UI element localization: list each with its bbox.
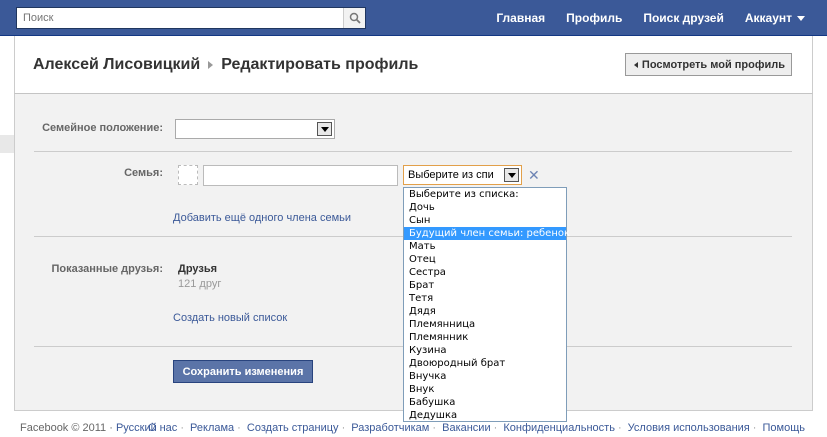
family-name-input[interactable] xyxy=(203,165,398,186)
family-relation-options[interactable]: Выберите из списка: Дочь Сын Будущий чле… xyxy=(403,187,570,422)
dropdown-arrow-icon[interactable] xyxy=(317,122,332,136)
relationship-label: Семейное положение: xyxy=(42,122,163,134)
dropdown-option[interactable]: Дедушка xyxy=(404,409,566,422)
dropdown-option[interactable]: Брат xyxy=(404,279,566,292)
dropdown-option[interactable]: Сын xyxy=(404,214,566,227)
create-list-link[interactable]: Создать новый список xyxy=(173,312,287,324)
arrow-left-icon xyxy=(633,61,638,68)
relationship-select[interactable] xyxy=(175,119,335,139)
top-nav: Главная Профиль Поиск друзей Аккаунт xyxy=(475,0,805,36)
dropdown-option[interactable]: Мать xyxy=(404,240,566,253)
nav-profile-link[interactable]: Профиль xyxy=(566,11,622,25)
view-profile-label: Посмотреть мой профиль xyxy=(641,58,785,71)
save-changes-label: Сохранить изменения xyxy=(182,365,304,378)
dropdown-option[interactable]: Племянница xyxy=(404,318,566,331)
family-relation-select[interactable]: Выберите из спи xyxy=(403,165,522,185)
dropdown-option[interactable]: Внучка xyxy=(404,370,566,383)
close-icon[interactable]: ✕ xyxy=(528,168,540,182)
dropdown-option[interactable]: Выберите из списка: xyxy=(404,188,566,201)
footer-copyright: Facebook © 2011 · Русский xyxy=(20,422,157,434)
page-header: Алексей Лисовицкий Редактировать профиль … xyxy=(14,36,813,94)
footer-link-advertising[interactable]: Реклама xyxy=(190,422,234,434)
footer-link-privacy[interactable]: Конфиденциальность xyxy=(503,422,615,434)
footer-link-help[interactable]: Помощь xyxy=(763,422,806,434)
divider xyxy=(34,151,792,152)
dropdown-arrow-icon[interactable] xyxy=(504,168,519,182)
nav-home-link[interactable]: Главная xyxy=(496,11,545,25)
dropdown-option[interactable]: Сестра xyxy=(404,266,566,279)
dropdown-option[interactable]: Дядя xyxy=(404,305,566,318)
dropdown-option[interactable]: Внук xyxy=(404,383,566,396)
dropdown-option[interactable]: Двоюродный брат xyxy=(404,357,566,370)
left-edge-strip xyxy=(0,135,14,153)
profile-name[interactable]: Алексей Лисовицкий xyxy=(33,56,200,73)
page-title: Алексей Лисовицкий Редактировать профиль xyxy=(33,56,418,74)
dropdown-option[interactable]: Тетя xyxy=(404,292,566,305)
footer-links: О нас · Реклама · Создать страницу · Разраб… xyxy=(148,422,805,434)
search-input[interactable] xyxy=(17,8,337,28)
search-icon[interactable] xyxy=(343,8,365,28)
dropdown-option[interactable]: Племянник xyxy=(404,331,566,344)
footer-link-about[interactable]: О нас xyxy=(148,422,177,434)
family-label: Семья: xyxy=(124,167,163,179)
dropdown-option[interactable]: Будущий член семьи: ребенок xyxy=(404,227,570,240)
search-box[interactable] xyxy=(16,7,366,29)
view-profile-button[interactable]: Посмотреть мой профиль xyxy=(624,53,792,76)
dropdown-option[interactable]: Отец xyxy=(404,253,566,266)
family-relation-select-value: Выберите из спи xyxy=(408,169,494,181)
shown-friends-label: Показанные друзья: xyxy=(51,263,163,275)
breadcrumb-arrow-icon xyxy=(208,60,214,69)
dropdown-option[interactable]: Кузина xyxy=(404,344,566,357)
nav-account-label: Аккаунт xyxy=(744,11,792,25)
add-family-member-link[interactable]: Добавить ещё одного члена семьи xyxy=(173,212,351,224)
footer-link-terms[interactable]: Условия использования xyxy=(628,422,750,434)
copyright-text: Facebook © 2011 · xyxy=(20,422,113,434)
friends-count: 121 друг xyxy=(178,278,222,290)
friends-list-title: Друзья xyxy=(178,263,218,275)
chevron-down-icon xyxy=(797,16,805,22)
nav-account-menu[interactable]: Аккаунт xyxy=(745,11,805,25)
save-changes-button[interactable]: Сохранить изменения xyxy=(173,360,313,383)
nav-find-friends-link[interactable]: Поиск друзей xyxy=(643,11,724,25)
dropdown-option[interactable]: Дочь xyxy=(404,201,566,214)
dropdown-option[interactable]: Бабушка xyxy=(404,396,566,409)
footer-link-create-page[interactable]: Создать страницу xyxy=(247,422,339,434)
family-photo-placeholder xyxy=(178,165,198,185)
section-title: Редактировать профиль xyxy=(221,56,419,73)
footer-link-careers[interactable]: Вакансии xyxy=(442,422,491,434)
top-bar: Главная Профиль Поиск друзей Аккаунт xyxy=(0,0,827,36)
footer-link-developers[interactable]: Разработчикам xyxy=(351,422,429,434)
